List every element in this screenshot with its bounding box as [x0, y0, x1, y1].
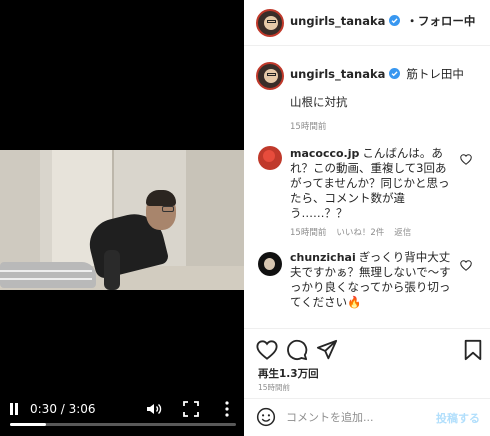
post-timestamp[interactable]: 15時間前 [258, 382, 290, 393]
comment-likes[interactable]: いいね！2件 [336, 228, 384, 238]
add-comment-bar: 投稿する [244, 398, 490, 436]
caption-time[interactable]: 15時間前 [290, 120, 326, 132]
video-time: 0:30 / 3:06 [30, 402, 96, 416]
comment-body: chunzichai ぎっくり背中大丈夫ですかぁ？無理しないで〜すっかり良くなって… [290, 250, 456, 310]
comment-reply-button[interactable]: 返信 [394, 228, 411, 238]
video-scene-hair [146, 190, 176, 206]
video-progress-track[interactable] [10, 423, 236, 426]
emoji-icon[interactable] [256, 407, 276, 427]
caption-text: 山根に対抗 [290, 95, 348, 109]
video-scene-legs [0, 262, 96, 288]
comment-input[interactable] [286, 408, 436, 426]
comment-body: macocco.jp こんばんは。あれ？この動画、重複して3回あがってませんか？同… [290, 146, 456, 221]
post-comment-button[interactable]: 投稿する [436, 410, 480, 426]
like-heart-icon[interactable] [256, 339, 278, 361]
view-count[interactable]: 再生1.3万回 [258, 366, 319, 381]
pause-icon[interactable] [8, 403, 20, 417]
follow-status-button[interactable]: ・フォロー中 [406, 14, 475, 28]
video-frame[interactable] [0, 150, 244, 290]
post-header: ungirls_tanaka ・フォロー中 [244, 0, 490, 46]
comment-username[interactable]: macocco.jp [290, 147, 359, 160]
comment-time[interactable]: 15時間前 [290, 228, 326, 238]
header-username[interactable]: ungirls_tanaka [290, 14, 385, 28]
share-send-icon[interactable] [316, 339, 338, 361]
post-actions [244, 328, 490, 368]
save-bookmark-icon[interactable] [462, 339, 484, 361]
more-vertical-icon[interactable] [221, 400, 233, 418]
avatar[interactable] [256, 62, 284, 90]
post-side-panel: ungirls_tanaka ・フォロー中 ungirls_tanaka 筋トレ… [244, 0, 490, 436]
video-scene-arm [104, 250, 120, 290]
video-scene-glasses [162, 206, 174, 212]
verified-badge-icon [389, 68, 401, 79]
avatar[interactable] [256, 9, 284, 37]
fullscreen-icon[interactable] [183, 401, 199, 417]
video-progress-fill [10, 423, 47, 426]
comment-username[interactable]: chunzichai [290, 251, 356, 264]
volume-icon[interactable] [146, 401, 162, 417]
comment-meta: 15時間前 いいね！2件 返信 [290, 226, 421, 238]
video-player[interactable]: 0:30 / 3:06 [0, 0, 244, 436]
verified-badge-icon [389, 15, 401, 26]
caption-username[interactable]: ungirls_tanaka [290, 67, 385, 81]
like-comment-heart-icon[interactable] [460, 154, 472, 165]
caption-extra-text: 筋トレ田中 [406, 67, 464, 81]
comment-bubble-icon[interactable] [286, 339, 308, 361]
video-controls: 0:30 / 3:06 [0, 388, 244, 436]
avatar[interactable] [258, 252, 282, 276]
avatar[interactable] [258, 146, 282, 170]
like-comment-heart-icon[interactable] [460, 260, 472, 271]
